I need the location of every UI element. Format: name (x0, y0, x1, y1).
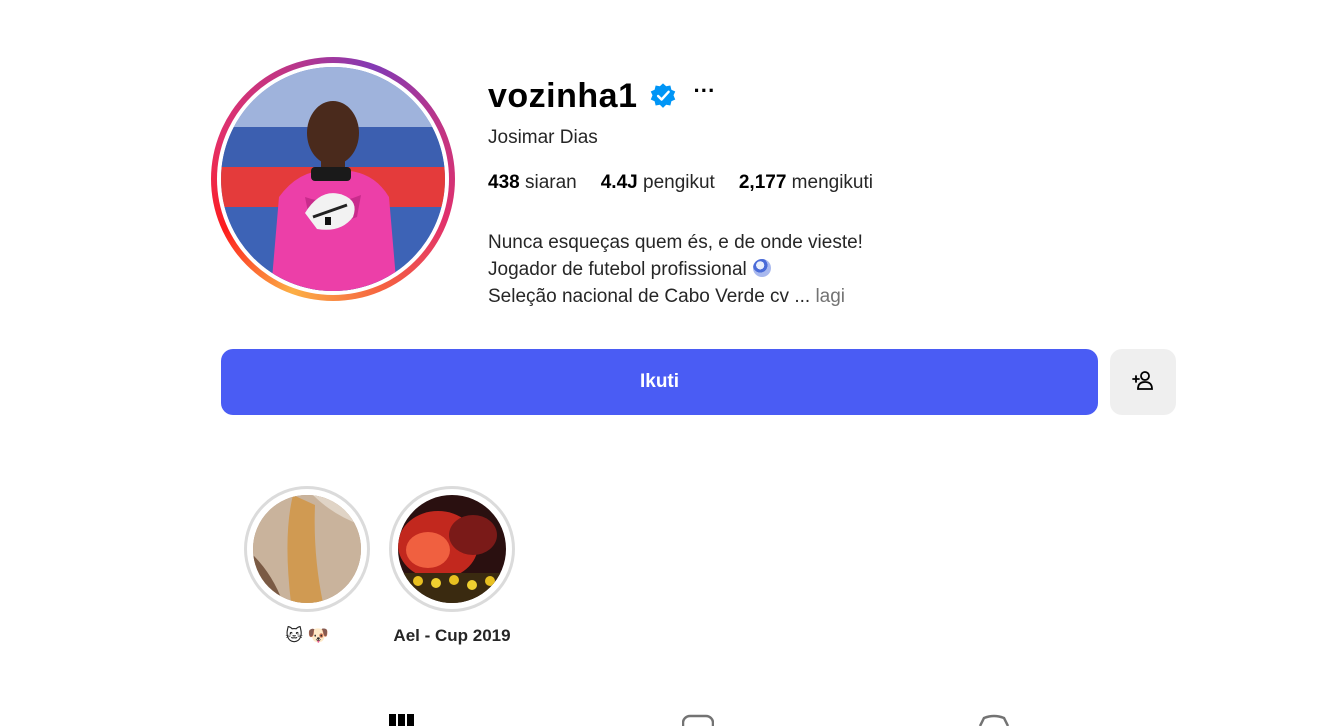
highlight-cover (253, 495, 361, 603)
highlight-ring (244, 486, 370, 612)
grid-icon[interactable] (389, 712, 417, 726)
profile-avatar-story-ring[interactable] (211, 57, 455, 301)
following-label: mengikuti (791, 172, 873, 193)
suggested-accounts-button[interactable] (1110, 349, 1176, 415)
username-row: vozinha1 ··· (488, 74, 715, 118)
username: vozinha1 (488, 77, 638, 115)
highlight-ring (389, 486, 515, 612)
follow-button[interactable]: Ikuti (221, 349, 1098, 415)
person-add-icon (1131, 368, 1155, 397)
following-stat[interactable]: 2,177 mengikuti (739, 172, 873, 194)
tagged-icon[interactable] (978, 712, 1010, 726)
followers-label: pengikut (643, 172, 715, 193)
following-count: 2,177 (738, 172, 787, 193)
story-highlight[interactable]: 🐱 🐶 (244, 486, 370, 646)
avatar[interactable] (221, 67, 445, 291)
bio-more-link[interactable]: lagi (815, 286, 845, 307)
highlight-cover (398, 495, 506, 603)
full-name: Josimar Dias (488, 127, 598, 148)
posts-count: 438 (488, 172, 520, 193)
posts-label: siaran (524, 172, 577, 193)
verified-badge-icon (649, 82, 677, 110)
bio-line: Nunca esqueças quem és, e de onde vieste… (488, 232, 863, 253)
story-highlight[interactable]: Ael - Cup 2019 (389, 486, 515, 646)
profile-stats: 438 siaran 4.4J pengikut 2,177 mengikuti (488, 172, 897, 194)
bio-line-2: Jogador de futebol profissional (488, 256, 863, 283)
posts-stat: 438 siaran (488, 172, 577, 194)
highlight-label: 🐱 🐶 (285, 626, 329, 645)
profile-page: vozinha1 ··· Josimar Dias 438 siaran 4.4… (0, 0, 1326, 726)
bio: Nunca esqueças quem és, e de onde vieste… (488, 229, 863, 310)
followers-count: 4.4J (600, 172, 638, 193)
followers-stat[interactable]: 4.4J pengikut (601, 172, 715, 194)
reels-icon[interactable] (681, 712, 715, 726)
highlight-label: Ael - Cup 2019 (393, 626, 511, 645)
more-options-button[interactable]: ··· (693, 80, 715, 111)
bio-line-3: Seleção nacional de Cabo Verde cv ... la… (488, 286, 846, 307)
soccer-ball-icon (752, 259, 771, 277)
